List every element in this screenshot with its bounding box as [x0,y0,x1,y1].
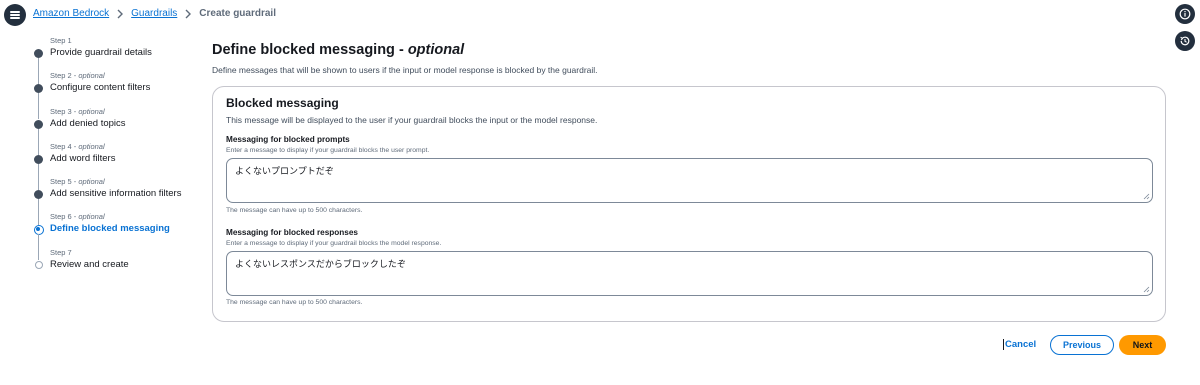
step-label[interactable]: Provide guardrail details [50,46,203,59]
page-title: Define blocked messaging - optional [212,42,465,58]
step-number: Step 7 [50,247,72,257]
blocked-prompts-hint: Enter a message to display if your guard… [226,147,430,154]
cancel-button[interactable]: Cancel [1003,339,1036,350]
blocked-prompts-label: Messaging for blocked prompts [226,135,350,144]
step-number: Step 2 - [50,71,79,81]
chevron-right-icon [116,9,124,19]
step-optional: optional [78,106,105,116]
step-4[interactable]: Step 4 - optional Add word filters [33,141,203,190]
step-number: Step 6 - [50,212,79,222]
step-optional: optional [78,212,105,222]
step-label[interactable]: Add denied topics [50,117,203,130]
blocked-responses-hint: Enter a message to display if your guard… [226,240,442,247]
step-5[interactable]: Step 5 - optional Add sensitive informat… [33,177,203,226]
panel-title: Blocked messaging [226,96,339,110]
step-label: Review and create [50,258,129,270]
chevron-right-icon [184,9,192,19]
blocked-prompts-constraint: The message can have up to 500 character… [226,207,363,214]
step-optional: optional [78,71,105,81]
step-complete-icon [34,190,43,200]
page-title-optional: optional [407,42,465,58]
step-number: Step 1 [50,36,72,45]
step-3[interactable]: Step 3 - optional Add denied topics [33,106,203,155]
hamburger-menu-icon[interactable] [4,4,26,26]
step-complete-icon [34,84,43,94]
step-complete-icon [34,154,43,164]
wizard-steps: Step 1 Provide guardrail details Step 2 … [33,36,203,283]
blocked-responses-label: Messaging for blocked responses [226,228,358,237]
breadcrumb: Amazon Bedrock Guardrails Create guardra… [33,8,276,19]
next-button[interactable]: Next [1119,335,1166,355]
blocked-responses-value: よくないレスポンスだからブロックしたぞ [235,260,406,270]
resize-handle-icon[interactable] [1143,286,1150,293]
page-description: Define messages that will be shown to us… [212,65,598,75]
step-7: Step 7 Review and create [33,248,203,283]
step-1[interactable]: Step 1 Provide guardrail details [33,36,203,84]
breadcrumb-link-guardrails[interactable]: Guardrails [131,8,177,19]
info-icon[interactable] [1175,4,1195,24]
history-icon[interactable] [1175,31,1195,51]
blocked-messaging-panel: Blocked messaging This message will be d… [212,86,1166,322]
step-label[interactable]: Configure content filters [50,81,203,94]
resize-handle-icon[interactable] [1143,193,1150,200]
step-2[interactable]: Step 2 - optional Configure content filt… [33,71,203,120]
blocked-prompts-value: よくないプロンプトだぞ [235,167,334,177]
step-current-icon [33,224,44,235]
step-label[interactable]: Define blocked messaging [50,222,203,235]
blocked-responses-constraint: The message can have up to 500 character… [226,299,363,306]
breadcrumb-current: Create guardrail [199,8,276,19]
blocked-prompts-textarea[interactable]: よくないプロンプトだぞ [226,158,1153,203]
previous-button[interactable]: Previous [1050,335,1114,355]
blocked-responses-textarea[interactable]: よくないレスポンスだからブロックしたぞ [226,251,1153,296]
step-number: Step 5 - [50,177,79,187]
step-6[interactable]: Step 6 - optional Define blocked messagi… [33,212,203,261]
step-optional: optional [78,177,105,187]
step-label[interactable]: Add sensitive information filters [50,187,203,200]
step-optional: optional [78,141,105,151]
step-label[interactable]: Add word filters [50,152,203,165]
step-number: Step 4 - [50,141,79,151]
step-complete-icon [34,119,43,129]
breadcrumb-link-amazon-bedrock[interactable]: Amazon Bedrock [33,8,109,19]
step-number: Step 3 - [50,106,79,116]
step-pending-icon [34,261,43,270]
step-complete-icon [34,49,43,58]
panel-description: This message will be displayed to the us… [226,115,598,125]
